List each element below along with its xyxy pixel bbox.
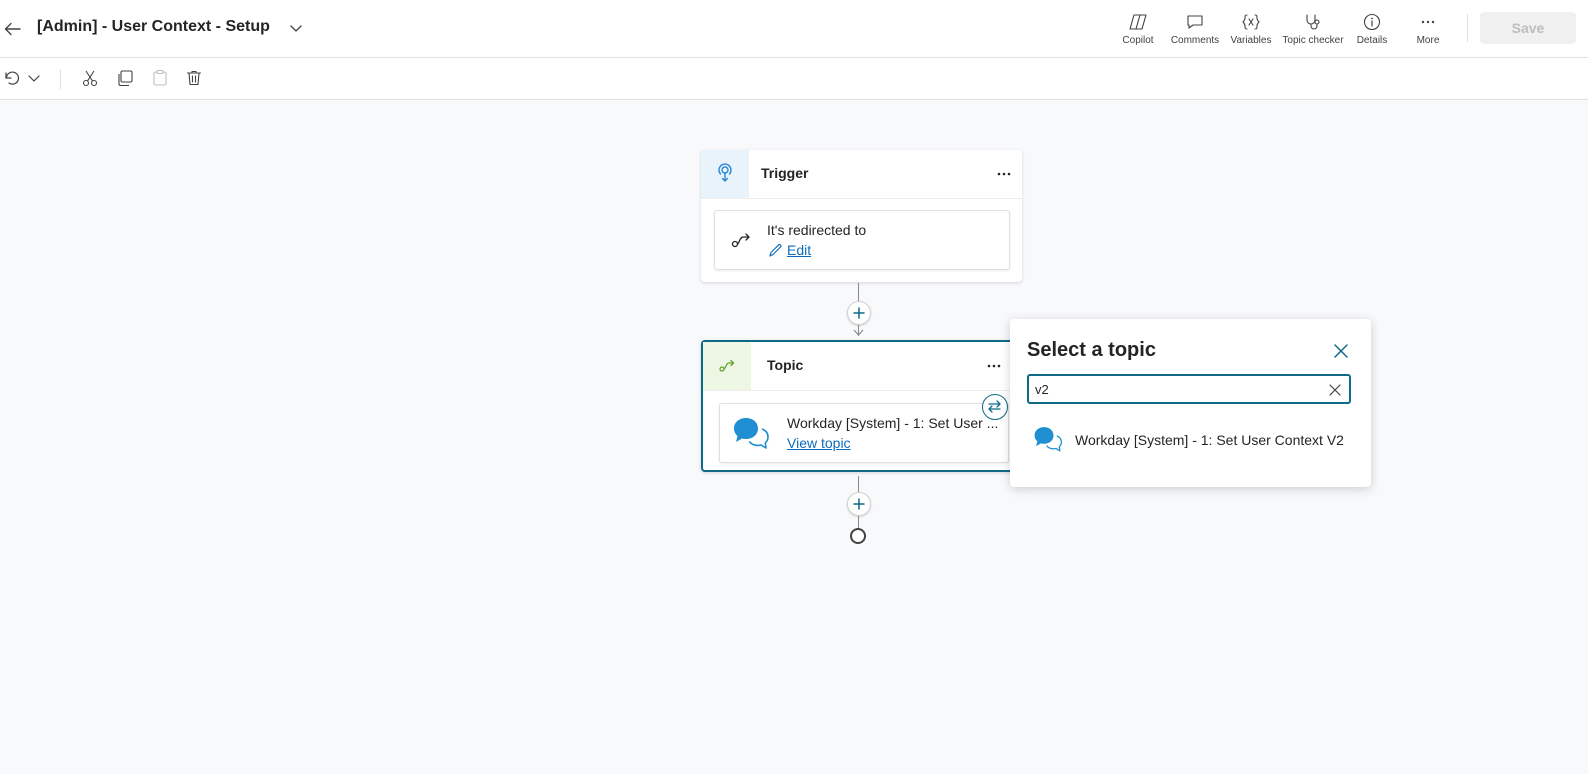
chat-bubbles-icon (732, 416, 770, 450)
redirect-topic-icon (703, 342, 751, 390)
topic-search-input[interactable] (1035, 379, 1315, 399)
header-divider (1467, 14, 1468, 42)
copy-icon[interactable] (115, 68, 135, 88)
chat-bubbles-icon (1033, 425, 1063, 453)
back-arrow-icon[interactable] (2, 18, 24, 40)
details-button[interactable]: Details (1352, 12, 1392, 48)
add-node-button[interactable] (847, 492, 871, 516)
add-node-button[interactable] (847, 301, 871, 325)
swap-arrows-icon (988, 400, 1001, 413)
arrow-down-icon (853, 329, 864, 337)
topic-result-item[interactable]: Workday [System] - 1: Set User Context V… (1027, 423, 1357, 457)
topic-result-label: Workday [System] - 1: Set User Context V… (1075, 432, 1344, 448)
paste-icon[interactable] (150, 68, 170, 88)
trigger-node-title: Trigger (761, 165, 809, 181)
trigger-icon (701, 150, 749, 198)
cut-icon[interactable] (80, 68, 100, 88)
copilot-icon (1128, 12, 1148, 32)
comment-icon (1185, 12, 1205, 32)
edit-link-label[interactable]: Edit (787, 242, 811, 258)
comments-button[interactable]: Comments (1168, 12, 1222, 48)
topic-node[interactable]: Topic Workday [System] - 1: Set User ...… (701, 340, 1022, 472)
edit-toolbar (0, 58, 1588, 100)
more-icon (1418, 12, 1438, 32)
swap-topic-button[interactable] (982, 394, 1008, 420)
topic-node-header: Topic (703, 342, 1020, 391)
chevron-down-icon[interactable] (24, 68, 44, 88)
pencil-icon (767, 242, 784, 259)
trigger-node-header: Trigger (701, 150, 1022, 199)
header-bar: [Admin] - User Context - Setup Copilot C… (0, 0, 1588, 58)
redirect-icon (730, 229, 752, 251)
close-icon[interactable] (1331, 341, 1351, 361)
toolbar-divider (60, 69, 61, 89)
popup-title: Select a topic (1027, 339, 1156, 361)
topic-checker-button[interactable]: Topic checker (1280, 12, 1346, 48)
chevron-down-icon[interactable] (288, 20, 304, 36)
clear-search-icon[interactable] (1327, 382, 1343, 398)
view-topic-link[interactable]: View topic (787, 435, 851, 451)
copilot-button[interactable]: Copilot (1118, 12, 1158, 48)
more-icon[interactable] (994, 164, 1014, 184)
trigger-node[interactable]: Trigger It's redirected to Edit (701, 150, 1022, 282)
info-icon (1362, 12, 1382, 32)
delete-icon[interactable] (184, 68, 204, 88)
page-title: [Admin] - User Context - Setup (37, 18, 270, 35)
trigger-condition-card: It's redirected to Edit (714, 210, 1010, 270)
undo-icon[interactable] (2, 68, 22, 88)
more-icon[interactable] (984, 356, 1004, 376)
variables-button[interactable]: Variables (1228, 12, 1274, 48)
trigger-condition-text: It's redirected to (767, 222, 867, 238)
variables-icon (1241, 12, 1261, 32)
topic-card: Workday [System] - 1: Set User ... View … (719, 403, 1009, 463)
topic-node-title: Topic (767, 357, 804, 373)
topic-name-text: Workday [System] - 1: Set User ... (787, 415, 999, 431)
topic-search-box (1027, 374, 1351, 404)
stethoscope-icon (1303, 12, 1323, 32)
more-button[interactable]: More (1408, 12, 1448, 48)
select-topic-popup: Select a topic Workday [System] - 1: Set… (1010, 319, 1371, 487)
save-button[interactable]: Save (1480, 12, 1576, 44)
end-node-circle (850, 528, 866, 544)
